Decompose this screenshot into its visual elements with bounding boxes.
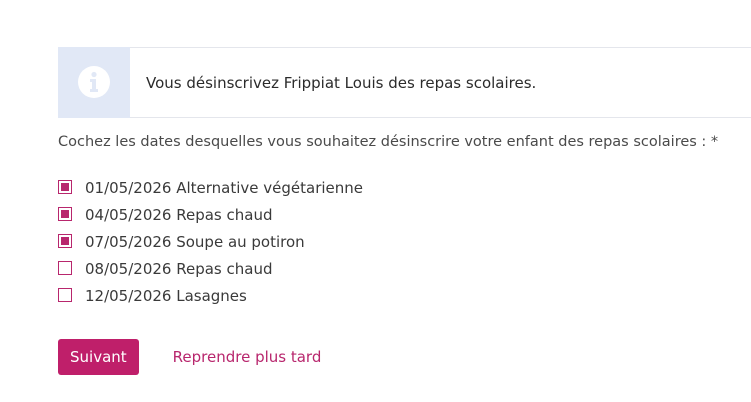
- info-icon-cell: [58, 46, 130, 118]
- dates-question: Cochez les dates desquelles vous souhait…: [58, 134, 719, 150]
- page: Vous désinscrivez Frippiat Louis des rep…: [0, 0, 751, 402]
- date-option-checkbox[interactable]: [58, 261, 72, 276]
- date-option-label: 07/05/2026 Soupe au potiron: [85, 232, 305, 251]
- resume-later-link[interactable]: Reprendre plus tard: [173, 348, 322, 366]
- date-option-label: 04/05/2026 Repas chaud: [85, 205, 273, 224]
- date-option[interactable]: 04/05/2026 Repas chaud: [58, 201, 363, 228]
- info-message: Vous désinscrivez Frippiat Louis des rep…: [146, 73, 537, 92]
- date-option-checkbox[interactable]: [58, 179, 72, 194]
- info-notice: Vous désinscrivez Frippiat Louis des rep…: [58, 46, 751, 118]
- date-option[interactable]: 12/05/2026 Lasagnes: [58, 283, 363, 310]
- info-icon: [78, 66, 110, 98]
- date-option-label: 08/05/2026 Repas chaud: [85, 260, 273, 279]
- form-actions: Suivant Reprendre plus tard: [58, 339, 321, 375]
- date-option-label: 01/05/2026 Alternative végétarienne: [85, 178, 364, 197]
- date-option-checkbox[interactable]: [58, 206, 72, 221]
- date-option-checkbox[interactable]: [58, 288, 72, 303]
- next-button[interactable]: Suivant: [58, 339, 139, 375]
- date-option[interactable]: 07/05/2026 Soupe au potiron: [58, 228, 363, 255]
- date-option[interactable]: 01/05/2026 Alternative végétarienne: [58, 174, 363, 201]
- date-option-checkbox[interactable]: [58, 233, 72, 248]
- date-option-label: 12/05/2026 Lasagnes: [85, 287, 247, 306]
- date-option[interactable]: 08/05/2026 Repas chaud: [58, 256, 363, 283]
- date-options-list: 01/05/2026 Alternative végétarienne 04/0…: [58, 174, 363, 310]
